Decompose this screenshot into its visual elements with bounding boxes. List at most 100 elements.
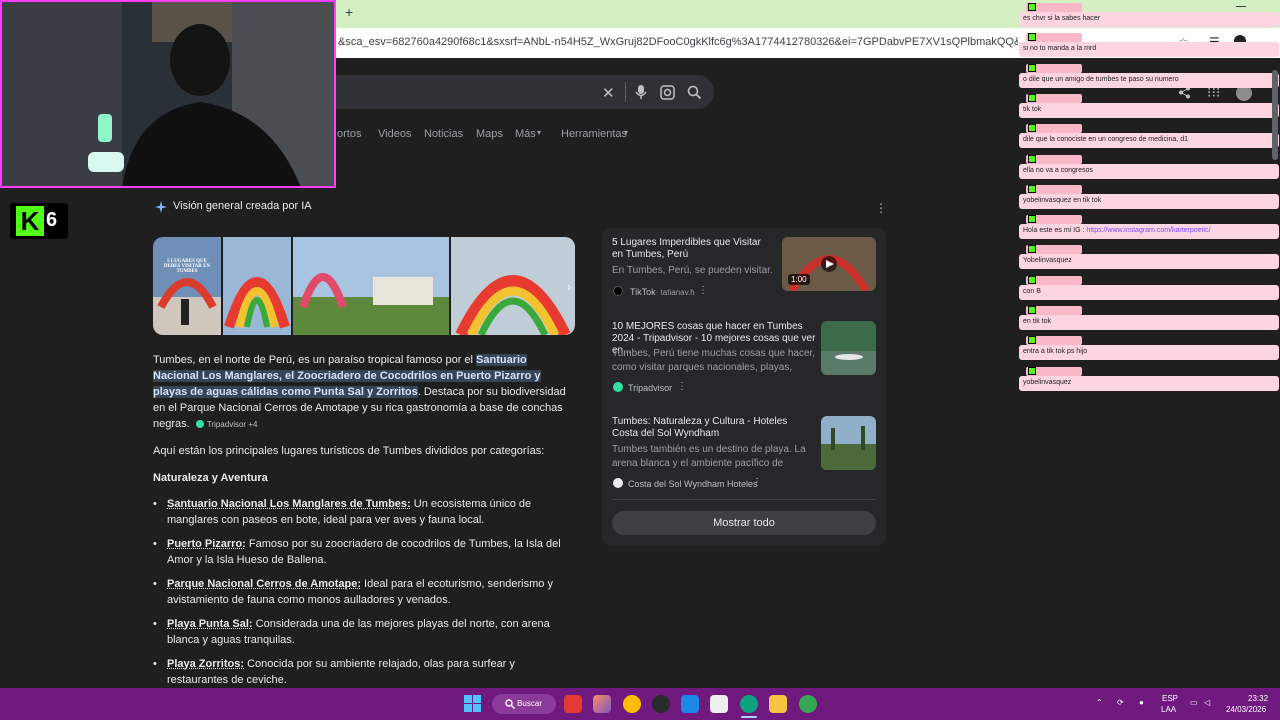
list-item: Puerto Pizarro: Famoso por su zoocriader… <box>153 536 575 568</box>
webcam-overlay <box>0 0 336 188</box>
search-input[interactable] <box>300 75 714 109</box>
chat-link[interactable]: https://www.instagram.com/karterpoetic/ <box>1086 227 1210 234</box>
minimize-icon[interactable] <box>1236 6 1246 7</box>
microphone-icon[interactable] <box>634 84 648 100</box>
tab-videos[interactable]: Videos <box>378 128 411 140</box>
chevron-down-icon: ▾ <box>624 128 629 137</box>
chat-text: yobelinvasquez en tik tok <box>1023 197 1102 204</box>
list-item: Playa Zorritos: Conocida por su ambiente… <box>153 656 575 688</box>
chat-text: dile que la conociste en un congreso de … <box>1023 136 1188 143</box>
carousel-next-icon[interactable]: › <box>567 280 571 294</box>
source-snippet: En Tumbes, Perú, se pueden visitar... <box>612 265 772 276</box>
microphone-icon[interactable]: ● <box>1139 698 1144 707</box>
mail-icon[interactable] <box>681 695 699 713</box>
scrollbar[interactable] <box>1272 70 1278 160</box>
attraction-name[interactable]: Puerto Pizarro: <box>167 538 246 550</box>
kick-badge-icon <box>1028 367 1036 375</box>
attraction-name[interactable]: Playa Zorritos: <box>167 658 244 670</box>
chat-message-text: es chvr si la sabes hacer <box>1023 15 1100 22</box>
attraction-name[interactable]: Playa Punta Sal: <box>167 618 253 630</box>
chat-text: yobelinvasquez <box>1023 379 1072 386</box>
language-indicator[interactable]: ESP <box>1162 694 1178 703</box>
ai-summary-paragraph: Tumbes, en el norte de Perú, es un paraí… <box>153 352 575 433</box>
summary-text: Tumbes, en el norte de Perú, es un paraí… <box>153 354 477 366</box>
windows-start-icon[interactable] <box>464 695 481 712</box>
chat-message <box>1019 103 1279 118</box>
tripadvisor-icon <box>195 420 204 429</box>
tab-shorts[interactable]: ortos <box>337 128 361 140</box>
list-item: Parque Nacional Cerros de Amotape: Ideal… <box>153 576 575 608</box>
store-icon[interactable] <box>710 695 728 713</box>
source-thumbnail[interactable] <box>821 416 876 470</box>
chat-text: en tik tok <box>1023 318 1052 325</box>
folder-icon[interactable] <box>769 695 787 713</box>
chrome-icon[interactable] <box>799 695 817 713</box>
ai-overview-heading: Visión general creada por IA <box>173 200 312 212</box>
network-icon[interactable]: ▭ <box>1190 698 1198 707</box>
show-all-button[interactable]: Mostrar todo <box>612 511 876 535</box>
kick-badge-icon <box>1028 155 1036 163</box>
divider <box>625 82 626 102</box>
kick-badge-icon <box>1028 94 1036 102</box>
kick-badge-icon <box>1028 276 1036 284</box>
chat-message-text: con B <box>1023 288 1041 295</box>
webcam-image <box>2 2 334 186</box>
more-options-icon[interactable]: ⋮ <box>752 477 762 488</box>
more-options-icon[interactable]: ⋮ <box>677 381 687 392</box>
source-thumbnail[interactable] <box>821 321 876 375</box>
chat-message <box>1019 315 1279 330</box>
chat-message-text: si no to manda a la mrd <box>1023 45 1096 52</box>
source-site[interactable]: Costa del Sol Wyndham Hoteles <box>628 479 757 489</box>
clock-date[interactable]: 24/03/2026 <box>1226 705 1266 714</box>
edge-icon[interactable] <box>740 695 758 713</box>
tab-more[interactable]: Más <box>515 128 536 140</box>
new-tab-button[interactable]: + <box>345 4 353 20</box>
sparkle-icon <box>155 201 167 213</box>
chat-text: Hola este es mi IG : <box>1023 227 1087 234</box>
lens-icon[interactable] <box>660 85 675 100</box>
tab-news[interactable]: Noticias <box>424 128 463 140</box>
kick-badge-icon <box>1028 64 1036 72</box>
chevron-down-icon: ▾ <box>537 128 542 137</box>
kick-badge-icon <box>1028 33 1036 41</box>
clock-time[interactable]: 23:32 <box>1248 694 1268 703</box>
attractions-list: Santuario Nacional Los Manglares de Tumb… <box>153 496 575 696</box>
chevron-up-icon[interactable]: ⌃ <box>1096 698 1103 707</box>
tripadvisor-icon <box>613 382 623 392</box>
copilot-icon[interactable] <box>593 695 611 713</box>
active-indicator <box>741 716 757 718</box>
attraction-name[interactable]: Santuario Nacional Los Manglares de Tumb… <box>167 498 411 510</box>
chat-message <box>1019 285 1279 300</box>
kick-badge-icon <box>1028 245 1036 253</box>
sync-icon[interactable]: ⟳ <box>1117 698 1124 707</box>
attraction-name[interactable]: Parque Nacional Cerros de Amotape: <box>167 578 361 590</box>
source-site[interactable]: TikTok· tatianav.h <box>630 287 695 297</box>
thumbnail-image <box>821 321 876 375</box>
carousel-images <box>153 237 575 335</box>
url-text[interactable]: &sca_esv=682760a4290f68c1&sxsrf=ANbL-n54… <box>338 36 1018 48</box>
search-icon[interactable] <box>687 85 702 100</box>
image-carousel[interactable] <box>153 237 575 335</box>
chat-message-text: ella no va a congresos <box>1023 167 1093 174</box>
taskbar-search[interactable]: Buscar <box>492 694 556 714</box>
app-icon[interactable] <box>652 695 670 713</box>
chrome-icon[interactable] <box>623 695 641 713</box>
chat-text: Yobelinvasquez <box>1023 257 1072 264</box>
app-icon[interactable] <box>564 695 582 713</box>
source-site[interactable]: Tripadvisor <box>628 383 672 393</box>
source-title[interactable]: 5 Lugares Imperdibles que Visitar en Tum… <box>612 237 772 261</box>
clear-icon[interactable]: ✕ <box>602 84 615 102</box>
viewer-count: 6 <box>46 209 58 231</box>
more-options-icon[interactable]: ⋮ <box>698 285 708 296</box>
list-item: Playa Punta Sal: Considerada una de las … <box>153 616 575 648</box>
source-title[interactable]: Tumbes: Naturaleza y Cultura - Hoteles C… <box>612 416 816 440</box>
tab-maps[interactable]: Maps <box>476 128 503 140</box>
region-indicator[interactable]: LAA <box>1161 705 1176 714</box>
tab-tools[interactable]: Herramientas <box>561 128 627 140</box>
source-snippet: Tumbes también es un destino de playa. L… <box>612 444 806 469</box>
more-options-icon[interactable]: ⋮ <box>875 201 887 215</box>
chat-text: si no to manda a la mrd <box>1023 45 1097 52</box>
chat-text: o dile que un amigo de tumbes te paso su… <box>1023 76 1179 83</box>
source-chip[interactable]: Tripadvisor +4 <box>207 420 258 429</box>
volume-icon[interactable]: ◁ <box>1204 698 1210 707</box>
